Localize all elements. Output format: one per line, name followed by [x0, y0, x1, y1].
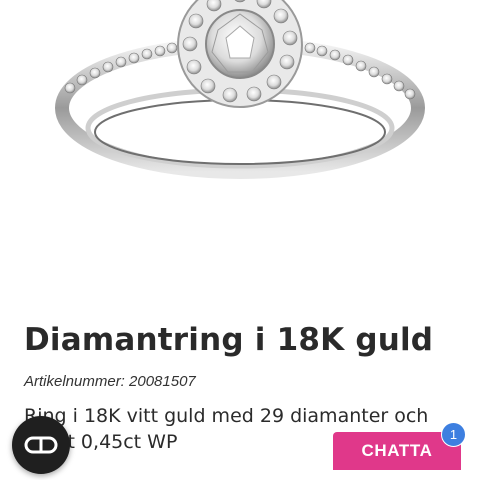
article-number: Artikelnummer: 20081507 [24, 373, 196, 390]
description-line: Ring i 18K vitt guld med 29 diamanter oc… [24, 405, 429, 427]
product-image[interactable] [0, 0, 480, 300]
co-floating-button[interactable] [12, 416, 70, 474]
chat-unread-badge: 1 [441, 422, 466, 447]
product-title: Diamantring i 18K guld [24, 322, 434, 358]
co-logo-icon [24, 436, 58, 454]
